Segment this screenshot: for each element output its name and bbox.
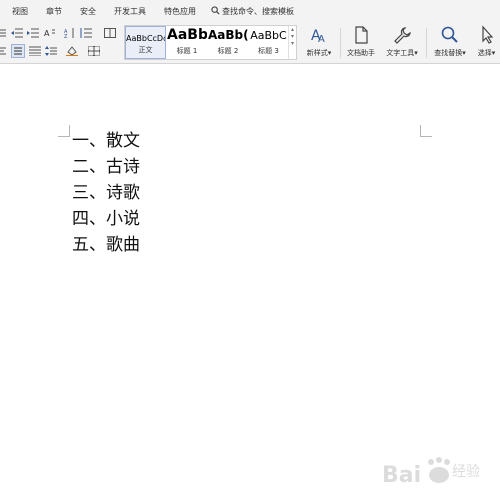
text-tools-button[interactable]: 文字工具▾	[382, 25, 422, 58]
style-heading-1-label: 标题 1	[176, 47, 198, 55]
line-spacing-icon[interactable]	[80, 28, 92, 38]
doc-helper-button[interactable]: 文档助手	[345, 25, 377, 58]
style-heading-2-preview: AaBb(	[208, 28, 248, 42]
find-replace-dropdown-icon: ▾	[462, 49, 466, 57]
menu-special-apps[interactable]: 特色应用	[155, 6, 205, 17]
new-style-dropdown-icon: ▾	[327, 49, 332, 57]
wrench-icon	[392, 25, 412, 45]
svg-text:Z: Z	[64, 34, 68, 38]
paragraph-spacing-icon[interactable]	[45, 46, 57, 56]
search-icon	[211, 5, 222, 17]
styles-gallery: AaBbCcDd 正文 AaBb 标题 1 AaBb( 标题 2 AaBbC 标…	[124, 25, 297, 60]
menu-developer-tools[interactable]: 开发工具	[105, 6, 155, 17]
find-replace-button[interactable]: 查找替换▾	[430, 25, 470, 58]
style-heading-1-preview: AaBb	[167, 27, 207, 43]
select-button[interactable]: 选择▾	[473, 25, 500, 58]
more-styles-icon[interactable]: ▾	[289, 40, 296, 47]
style-normal[interactable]: AaBbCcDd 正文	[125, 26, 166, 59]
document-icon	[351, 25, 371, 45]
ribbon-toolbar: A AZ AaBbCcDd 正文 AaBb 标题 1 AaBb( 标题 2 Aa…	[0, 22, 500, 64]
margin-corner-top-right	[420, 125, 432, 137]
svg-text:A: A	[318, 34, 325, 45]
margin-corner-top-left	[58, 125, 70, 137]
menu-bar: 视图 章节 安全 开发工具 特色应用 查找命令、搜索模板	[0, 0, 500, 22]
align-left-icon[interactable]	[0, 46, 6, 56]
doc-helper-label: 文档助手	[347, 49, 375, 57]
text-tools-dropdown-icon: ▾	[414, 49, 418, 57]
style-heading-3-preview: AaBbC	[250, 29, 287, 42]
distributed-align-icon[interactable]	[29, 46, 41, 56]
menu-view[interactable]: 视图	[0, 6, 37, 17]
style-normal-label: 正文	[138, 46, 153, 54]
text-tools-label: 文字工具	[386, 49, 415, 57]
style-heading-2-label: 标题 2	[217, 47, 239, 55]
list-item[interactable]: 二、古诗	[72, 154, 140, 180]
svg-text:Bai: Bai	[382, 463, 421, 488]
select-dropdown-icon: ▾	[491, 49, 496, 57]
select-label: 选择	[477, 49, 492, 57]
magnifier-icon	[440, 25, 460, 45]
ribbon-separator	[340, 28, 341, 58]
baidu-jingyan-watermark: Bai 经验	[382, 450, 498, 496]
decrease-indent-icon[interactable]	[11, 28, 23, 38]
styles-scroll[interactable]: ▴ ▾ ▾	[288, 26, 296, 59]
borders-icon[interactable]	[88, 46, 100, 56]
show-marks-icon[interactable]	[104, 28, 116, 38]
list-item[interactable]: 三、诗歌	[72, 180, 140, 206]
style-heading-2[interactable]: AaBb( 标题 2	[208, 26, 248, 59]
svg-text:经验: 经验	[452, 464, 480, 480]
text-direction-icon[interactable]: A	[44, 28, 56, 38]
list-item[interactable]: 四、小说	[72, 206, 140, 232]
increase-indent-icon[interactable]	[27, 28, 39, 38]
bullets-icon[interactable]	[0, 28, 6, 38]
ribbon-separator	[426, 28, 427, 58]
style-heading-3[interactable]: AaBbC 标题 3	[249, 26, 288, 59]
style-heading-3-label: 标题 3	[258, 47, 279, 55]
list-item[interactable]: 五、歌曲	[72, 232, 140, 258]
chevron-down-icon[interactable]: ▾	[289, 33, 296, 40]
sort-icon[interactable]: AZ	[64, 28, 76, 38]
justify-icon[interactable]	[11, 44, 25, 58]
menu-section[interactable]: 章节	[37, 6, 71, 17]
list-item[interactable]: 一、散文	[72, 128, 140, 154]
chevron-up-icon[interactable]: ▴	[289, 26, 296, 33]
command-search[interactable]: 查找命令、搜索模板	[205, 5, 294, 17]
cursor-icon	[477, 25, 497, 45]
style-heading-1[interactable]: AaBb 标题 1	[167, 26, 207, 59]
find-replace-label: 查找替换	[434, 49, 463, 57]
new-style-button[interactable]: AA 新样式▾	[302, 25, 336, 58]
document-list[interactable]: 一、散文 二、古诗 三、诗歌 四、小说 五、歌曲	[72, 128, 140, 258]
svg-text:A: A	[44, 29, 50, 38]
new-style-label: 新样式	[306, 49, 328, 57]
command-search-label: 查找命令、搜索模板	[222, 6, 294, 16]
shading-icon[interactable]	[66, 46, 78, 56]
new-style-icon: AA	[309, 25, 329, 45]
menu-security[interactable]: 安全	[71, 6, 105, 17]
style-normal-preview: AaBbCcDd	[126, 34, 166, 43]
